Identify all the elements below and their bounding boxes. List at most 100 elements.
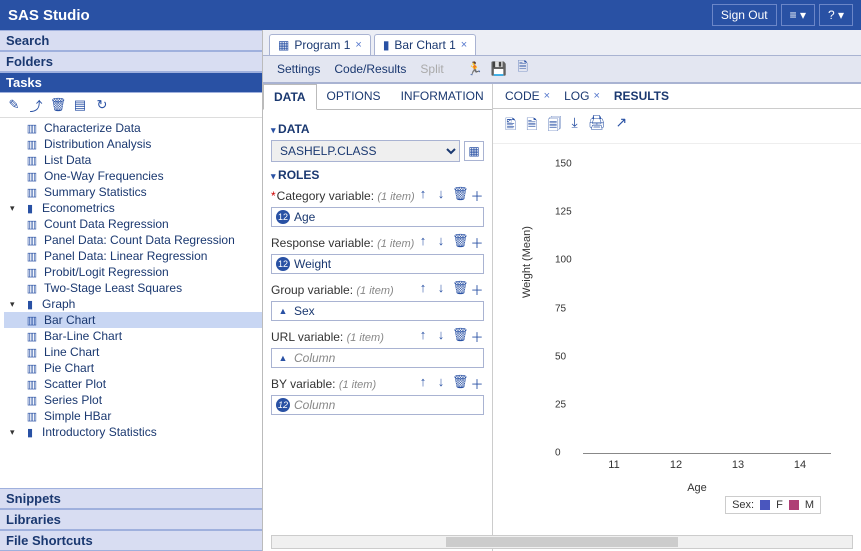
tree-item[interactable]: ▥Probit/Logit Regression xyxy=(4,264,262,280)
task-new-icon[interactable]: ✎ xyxy=(6,97,22,113)
export-pdf-icon[interactable]: 🗎 xyxy=(526,114,537,138)
section-data[interactable]: DATA xyxy=(271,122,484,136)
y-tick: 150 xyxy=(555,159,572,170)
chart-plot: 11121314 0255075100125150 xyxy=(583,164,831,454)
role-up-icon[interactable]: ↑ xyxy=(416,233,430,252)
print-icon[interactable]: 🖨 xyxy=(588,114,606,138)
tree-item[interactable]: ▥List Data xyxy=(4,152,262,168)
close-icon[interactable]: × xyxy=(593,90,599,102)
tree-item[interactable]: ▥Characterize Data xyxy=(4,120,262,136)
accordion-tasks[interactable]: Tasks xyxy=(0,72,262,93)
role-down-icon[interactable]: ↓ xyxy=(434,374,448,393)
rp-tab-log[interactable]: LOG× xyxy=(564,89,600,103)
tree-item[interactable]: ▥Panel Data: Count Data Regression xyxy=(4,232,262,248)
close-icon[interactable]: × xyxy=(461,39,467,51)
dataset-select[interactable]: SASHELP.CLASS xyxy=(271,140,460,162)
role-value[interactable]: ▲Sex xyxy=(271,301,484,321)
run-icon[interactable]: 🏃 xyxy=(466,60,484,78)
role-up-icon[interactable]: ↑ xyxy=(416,280,430,299)
role-value[interactable]: 12Weight xyxy=(271,254,484,274)
close-icon[interactable]: × xyxy=(544,90,550,102)
tree-item[interactable]: ▥Bar-Line Chart xyxy=(4,328,262,344)
accordion-folders[interactable]: Folders xyxy=(0,51,262,72)
tasks-tree[interactable]: ▥Characterize Data▥Distribution Analysis… xyxy=(0,118,262,488)
tree-item[interactable]: ▥Bar Chart xyxy=(4,312,262,328)
rp-tab-code[interactable]: CODE× xyxy=(505,89,550,103)
role-down-icon[interactable]: ↓ xyxy=(434,233,448,252)
signout-button[interactable]: Sign Out xyxy=(712,4,777,26)
tasks-toolbar: ✎ ⤴ 🗑 ▤ ↻ xyxy=(0,93,262,118)
lp-tab-data[interactable]: DATA xyxy=(263,84,317,110)
tree-category[interactable]: ▾▮Econometrics xyxy=(4,200,262,216)
close-icon[interactable]: × xyxy=(355,39,361,51)
section-roles[interactable]: ROLES xyxy=(271,168,484,182)
role-delete-icon[interactable]: 🗑 xyxy=(452,280,466,299)
tree-item[interactable]: ▥Series Plot xyxy=(4,392,262,408)
task-icon: ▮ xyxy=(22,201,38,215)
role-value[interactable]: ▲Column xyxy=(271,348,484,368)
role-down-icon[interactable]: ↓ xyxy=(434,186,448,205)
task-delete-icon[interactable]: 🗑 xyxy=(50,97,66,113)
download-icon[interactable]: ⤓ xyxy=(572,114,578,138)
accordion-search[interactable]: Search xyxy=(0,30,262,51)
tree-item[interactable]: ▥One-Way Frequencies xyxy=(4,168,262,184)
tab-program1[interactable]: ▦Program 1× xyxy=(269,34,371,55)
y-axis-label: Weight (Mean) xyxy=(521,226,533,298)
tree-item[interactable]: ▥Two-Stage Least Squares xyxy=(4,280,262,296)
accordion-shortcuts[interactable]: File Shortcuts xyxy=(0,530,262,551)
role-down-icon[interactable]: ↓ xyxy=(434,280,448,299)
lp-tab-info[interactable]: INFORMATION xyxy=(391,84,494,109)
x-tick: 14 xyxy=(769,459,831,471)
role-add-icon[interactable]: ＋ xyxy=(470,280,484,299)
vartype-icon: 12 xyxy=(276,210,290,224)
role-value[interactable]: 12Column xyxy=(271,395,484,415)
tree-item[interactable]: ▥Scatter Plot xyxy=(4,376,262,392)
task-icon: ▥ xyxy=(24,409,40,423)
role-add-icon[interactable]: ＋ xyxy=(470,327,484,346)
role-up-icon[interactable]: ↑ xyxy=(416,327,430,346)
export-html-icon[interactable]: 🖺 xyxy=(505,114,516,138)
role-add-icon[interactable]: ＋ xyxy=(470,233,484,252)
settings-button[interactable]: Settings xyxy=(271,59,326,79)
accordion-snippets[interactable]: Snippets xyxy=(0,488,262,509)
task-icon: ▥ xyxy=(24,169,40,183)
task-refresh-icon[interactable]: ↻ xyxy=(94,97,110,113)
role-up-icon[interactable]: ↑ xyxy=(416,374,430,393)
tree-item[interactable]: ▥Panel Data: Linear Regression xyxy=(4,248,262,264)
tree-item[interactable]: ▥Simple HBar xyxy=(4,408,262,424)
horizontal-scrollbar[interactable] xyxy=(271,535,853,549)
popout-icon[interactable]: ↗ xyxy=(616,114,628,138)
role-value[interactable]: 12Age xyxy=(271,207,484,227)
lp-tab-options[interactable]: OPTIONS xyxy=(317,84,391,109)
y-tick: 50 xyxy=(555,351,566,362)
browse-dataset-icon[interactable]: ▦ xyxy=(464,141,484,161)
role-up-icon[interactable]: ↑ xyxy=(416,186,430,205)
export-rtf-icon[interactable]: 🗐 xyxy=(548,114,562,138)
tab-barchart1[interactable]: ▮Bar Chart 1× xyxy=(374,34,476,55)
role-add-icon[interactable]: ＋ xyxy=(470,374,484,393)
saveas-icon[interactable]: 🗎 xyxy=(514,60,532,78)
role-delete-icon[interactable]: 🗑 xyxy=(452,233,466,252)
save-icon[interactable]: 💾 xyxy=(490,60,508,78)
tree-item[interactable]: ▥Pie Chart xyxy=(4,360,262,376)
menu-button[interactable]: ≡ ▾ xyxy=(781,4,815,26)
accordion-libraries[interactable]: Libraries xyxy=(0,509,262,530)
tree-category[interactable]: ▾▮Graph xyxy=(4,296,262,312)
tree-item[interactable]: ▥Distribution Analysis xyxy=(4,136,262,152)
rp-tab-results[interactable]: RESULTS xyxy=(614,89,669,103)
tree-category[interactable]: ▾▮Introductory Statistics xyxy=(4,424,262,440)
tree-item[interactable]: ▥Summary Statistics xyxy=(4,184,262,200)
code-results-button[interactable]: Code/Results xyxy=(328,59,412,79)
x-tick: 12 xyxy=(645,459,707,471)
role-delete-icon[interactable]: 🗑 xyxy=(452,327,466,346)
role-delete-icon[interactable]: 🗑 xyxy=(452,186,466,205)
tree-item[interactable]: ▥Count Data Regression xyxy=(4,216,262,232)
tree-item[interactable]: ▥Line Chart xyxy=(4,344,262,360)
role-add-icon[interactable]: ＋ xyxy=(470,186,484,205)
role-delete-icon[interactable]: 🗑 xyxy=(452,374,466,393)
task-props-icon[interactable]: ▤ xyxy=(72,97,88,113)
help-button[interactable]: ? ▾ xyxy=(819,4,853,26)
task-open-icon[interactable]: ⤴ xyxy=(28,97,44,113)
role-down-icon[interactable]: ↓ xyxy=(434,327,448,346)
vartype-icon: 12 xyxy=(276,398,290,412)
